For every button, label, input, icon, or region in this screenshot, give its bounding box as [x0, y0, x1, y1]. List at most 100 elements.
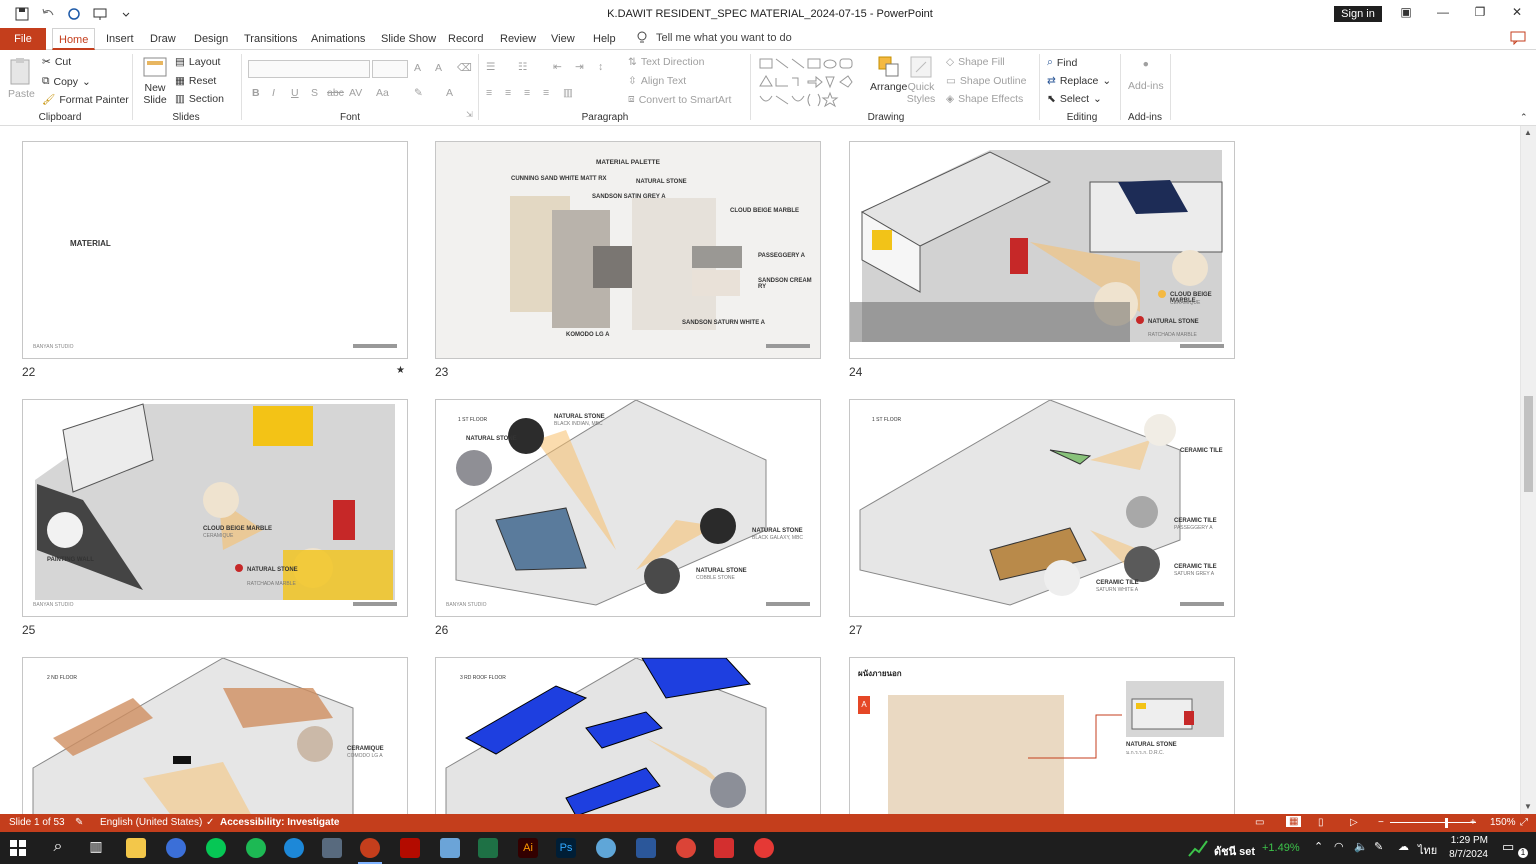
chrome-profile-icon[interactable]: [754, 838, 774, 858]
normal-view-icon[interactable]: ▭: [1255, 817, 1264, 828]
sign-in-button[interactable]: Sign in: [1334, 6, 1382, 22]
stock-change[interactable]: +1.49%: [1262, 842, 1300, 854]
justify-icon[interactable]: ≡: [543, 87, 549, 99]
tab-animations[interactable]: Animations: [305, 28, 371, 50]
shape-fill-button[interactable]: ◇ Shape Fill: [946, 56, 1005, 68]
vertical-scrollbar[interactable]: ▲ ▼: [1520, 126, 1536, 814]
highlight-icon[interactable]: ✎: [414, 87, 423, 99]
replace-button[interactable]: ⇄ Replace ⌄: [1047, 75, 1111, 87]
slide-thumbnail-30[interactable]: ผนังภายนอก A NATURAL STONE ม.ก.ร.ร.ก. D.…: [849, 657, 1235, 814]
align-text-button[interactable]: ⇳ Align Text: [628, 75, 686, 87]
font-dialog-launcher-icon[interactable]: ⇲: [466, 110, 473, 119]
slide-thumbnail-25[interactable]: CLOUD BEIGE MARBLE CERAMIQUE NATURAL STO…: [22, 399, 408, 617]
line-spacing-icon[interactable]: ↕: [598, 61, 603, 73]
language-indicator[interactable]: English (United States): [100, 817, 202, 828]
reset-button[interactable]: ▦ Reset: [175, 75, 216, 87]
decrease-indent-icon[interactable]: ⇤: [553, 61, 562, 73]
fit-slide-icon[interactable]: ⤢: [1520, 817, 1528, 828]
tell-me-search[interactable]: Tell me what you want to do: [636, 31, 792, 45]
photoshop-icon[interactable]: Ps: [556, 838, 576, 858]
font-name-select[interactable]: [248, 60, 370, 78]
line-icon[interactable]: [206, 838, 226, 858]
cut-button[interactable]: ✂ Cut: [42, 56, 71, 68]
slide-thumbnail-23[interactable]: MATERIAL PALETTE CUNNING SAND WHITE MATT…: [435, 141, 821, 359]
underline-button[interactable]: U: [291, 87, 299, 99]
save-icon[interactable]: [14, 6, 30, 22]
scrollbar-thumb[interactable]: [1524, 396, 1533, 492]
scroll-down-icon[interactable]: ▼: [1524, 802, 1532, 811]
edge-icon[interactable]: [284, 838, 304, 858]
search-icon[interactable]: ⌕: [48, 838, 68, 858]
font-size-select[interactable]: [372, 60, 408, 78]
tab-home[interactable]: Home: [52, 28, 96, 50]
slideshow-view-icon[interactable]: ▷: [1350, 817, 1358, 828]
app-g-icon[interactable]: [166, 838, 186, 858]
calculator-icon[interactable]: [322, 838, 342, 858]
tab-transitions[interactable]: Transitions: [238, 28, 303, 50]
slide-thumbnail-29[interactable]: 3 RD ROOF FLOOR: [435, 657, 821, 814]
paste-button[interactable]: Paste: [8, 56, 35, 100]
presenter-icon[interactable]: [92, 6, 108, 22]
close-button[interactable]: ✕: [1507, 5, 1527, 21]
arrange-button[interactable]: Arrange: [870, 54, 907, 93]
clock-time[interactable]: 1:29 PM: [1450, 835, 1488, 846]
bullets-icon[interactable]: ☰: [486, 61, 495, 73]
slide-thumbnail-28[interactable]: 2 ND FLOOR CERAMIQUE COMODO LG A: [22, 657, 408, 814]
align-right-icon[interactable]: ≡: [524, 87, 530, 99]
copy-button[interactable]: ⧉ Copy ⌄: [42, 75, 91, 88]
select-button[interactable]: ⬉ Select ⌄: [1047, 93, 1102, 105]
customize-qat-icon[interactable]: [118, 6, 134, 22]
zoom-out-icon[interactable]: −: [1378, 817, 1384, 828]
tab-view[interactable]: View: [545, 28, 581, 50]
bold-button[interactable]: B: [252, 87, 260, 99]
slide-thumbnail-27[interactable]: 1 ST FLOOR CERAMIC TILE CERAMIC TILE PAS…: [849, 399, 1235, 617]
tab-insert[interactable]: Insert: [100, 28, 140, 50]
shadow-button[interactable]: S: [311, 87, 318, 99]
columns-icon[interactable]: ▥: [563, 87, 573, 99]
onedrive-icon[interactable]: ☁: [1398, 840, 1409, 853]
zoom-level[interactable]: 150%: [1490, 817, 1516, 828]
section-button[interactable]: ▥ Section: [175, 93, 224, 105]
clock-date[interactable]: 8/7/2024: [1440, 849, 1488, 860]
shape-outline-button[interactable]: ▭ Shape Outline: [946, 75, 1026, 87]
new-slide-button[interactable]: New Slide: [140, 56, 170, 106]
tab-record[interactable]: Record: [442, 28, 489, 50]
char-spacing-button[interactable]: AV: [349, 87, 362, 99]
tab-help[interactable]: Help: [587, 28, 622, 50]
powerpoint-icon[interactable]: [360, 838, 380, 858]
task-view-icon[interactable]: ▥: [86, 838, 106, 858]
tab-design[interactable]: Design: [188, 28, 234, 50]
shrink-font-button[interactable]: A: [435, 62, 442, 74]
sketchup-icon[interactable]: [596, 838, 616, 858]
pen-icon[interactable]: ✎: [1374, 840, 1383, 853]
tab-slide-show[interactable]: Slide Show: [375, 28, 442, 50]
text-direction-button[interactable]: ⇅ Text Direction: [628, 56, 704, 68]
zoom-in-icon[interactable]: +: [1470, 817, 1476, 828]
app-icon[interactable]: [440, 838, 460, 858]
stock-name[interactable]: ดัชนี set: [1214, 842, 1255, 860]
wifi-icon[interactable]: ◠: [1334, 840, 1344, 853]
maximize-button[interactable]: ❐: [1470, 5, 1490, 21]
illustrator-icon[interactable]: Ai: [518, 838, 538, 858]
chrome-icon[interactable]: [676, 838, 696, 858]
layout-button[interactable]: ▤ Layout: [175, 56, 220, 68]
font-color-icon[interactable]: A: [446, 87, 453, 99]
slide-thumbnail-22[interactable]: MATERIAL BANYAN STUDIO: [22, 141, 408, 359]
spellcheck-icon[interactable]: ✎: [75, 817, 83, 828]
align-center-icon[interactable]: ≡: [505, 87, 511, 99]
windows-start-icon[interactable]: [10, 840, 26, 856]
shape-effects-button[interactable]: ◈ Shape Effects: [946, 93, 1023, 105]
chevron-up-icon[interactable]: ⌃: [1314, 840, 1323, 853]
slide-thumbnail-24[interactable]: CLOUD BEIGE MARBLE CERAMIQUE NATURAL STO…: [849, 141, 1235, 359]
align-left-icon[interactable]: ≡: [486, 87, 492, 99]
redo-icon[interactable]: [66, 6, 82, 22]
zoom-slider-thumb[interactable]: [1445, 818, 1448, 828]
app-red-icon[interactable]: [714, 838, 734, 858]
volume-icon[interactable]: 🔈: [1354, 840, 1368, 853]
accessibility-status[interactable]: Accessibility: Investigate: [220, 817, 340, 828]
clear-format-icon[interactable]: ⌫: [457, 62, 472, 74]
change-case-button[interactable]: Aa: [376, 87, 389, 99]
italic-button[interactable]: I: [272, 87, 275, 99]
collapse-ribbon-icon[interactable]: ⌃: [1520, 112, 1528, 123]
ribbon-display-icon[interactable]: ▣: [1396, 5, 1416, 21]
